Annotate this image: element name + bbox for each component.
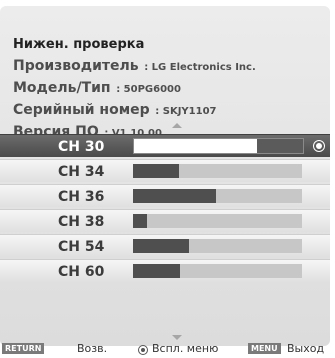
signal-bar-track [133, 214, 302, 228]
arrow-up-icon[interactable] [172, 123, 182, 128]
signal-bar-track [133, 164, 302, 178]
channel-row[interactable]: CH 34 [0, 159, 330, 182]
signal-bar-fill [133, 189, 216, 203]
channel-label: CH 38 [58, 214, 105, 230]
menu-key-badge[interactable]: MENU [248, 343, 281, 354]
tools-label: Вспл. меню [152, 342, 219, 355]
model-row: Модель/Тип : 50PG6000 [13, 77, 256, 96]
signal-bar-fill [133, 164, 179, 178]
manufacturer-value: : LG Electronics Inc. [144, 62, 256, 73]
signal-bar-fill [133, 239, 189, 253]
signal-bar-track [133, 264, 302, 278]
model-label: Модель/Тип [13, 80, 111, 96]
serial-label: Серийный номер [13, 102, 150, 118]
channel-row[interactable]: CH 38 [0, 209, 330, 232]
channel-label: CH 34 [58, 164, 105, 180]
device-info: Нижен. проверка Производитель : LG Elect… [13, 37, 256, 140]
manufacturer-label: Производитель [13, 58, 139, 74]
channel-row[interactable]: CH 30 [0, 134, 330, 157]
arrow-down-icon[interactable] [172, 335, 182, 340]
channel-label: CH 60 [58, 264, 105, 280]
signal-bar-track [133, 189, 302, 203]
radio-selected-icon [313, 140, 325, 152]
return-key-badge[interactable]: RETURN [2, 343, 45, 354]
signal-bar-track [133, 138, 304, 154]
signal-check-panel: Нижен. проверка Производитель : LG Elect… [0, 6, 330, 346]
channel-row[interactable]: CH 54 [0, 234, 330, 257]
channel-list: CH 30 CH 34 CH 36 CH 38 CH 54 CH 60 [0, 134, 330, 284]
signal-bar-fill [133, 264, 181, 278]
serial-row: Серийный номер : SKJY1107 [13, 99, 256, 118]
channel-label: CH 54 [58, 239, 105, 255]
signal-bar-track [133, 239, 302, 253]
tools-circle-icon [138, 345, 148, 355]
channel-row[interactable]: CH 60 [0, 259, 330, 282]
page-title: Нижен. проверка [13, 37, 145, 52]
signal-bar-fill [134, 139, 258, 153]
channel-row[interactable]: CH 36 [0, 184, 330, 207]
manufacturer-row: Производитель : LG Electronics Inc. [13, 55, 256, 74]
return-label: Возв. [77, 342, 108, 355]
model-value: : 50PG6000 [116, 84, 181, 95]
channel-label: CH 36 [58, 189, 105, 205]
footer-bar: RETURN Возв. Вспл. меню MENU Выход [0, 341, 335, 358]
signal-bar-fill [133, 214, 147, 228]
channel-label: CH 30 [58, 139, 105, 155]
serial-value: : SKJY1107 [155, 106, 217, 117]
menu-label: Выход [287, 342, 325, 355]
